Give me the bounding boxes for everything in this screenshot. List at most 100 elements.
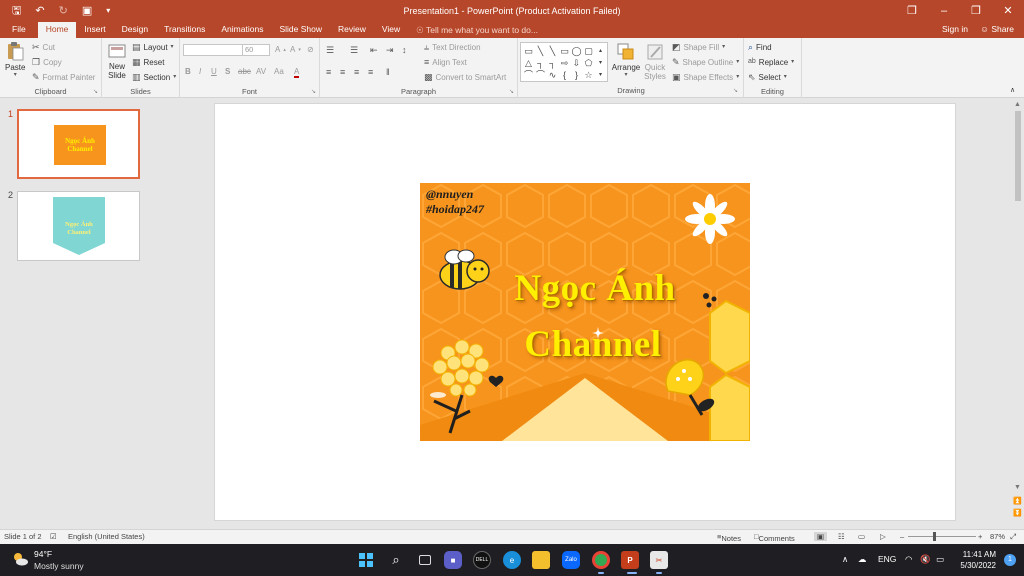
wifi-icon[interactable]: ◠ xyxy=(905,554,912,565)
font-size-box[interactable]: 60 xyxy=(242,44,270,56)
cut-button[interactable]: ✂ Cut xyxy=(32,42,55,52)
strikethrough-button[interactable]: abc xyxy=(238,67,251,76)
chrome-browser-icon[interactable] xyxy=(592,551,610,569)
elbow-connector-icon[interactable]: ┐ xyxy=(535,57,546,69)
dialog-launcher-icon[interactable]: ↘ xyxy=(509,88,514,95)
brace-left-shape-icon[interactable]: { xyxy=(559,69,570,81)
scroll-down-icon[interactable]: ▼ xyxy=(1014,484,1021,491)
slideshow-view-icon[interactable]: ▷ xyxy=(880,532,886,541)
bold-button[interactable]: B xyxy=(185,67,191,76)
zoom-in-button[interactable]: + xyxy=(978,532,982,541)
copy-button[interactable]: ❐ Copy xyxy=(32,57,62,67)
tab-animations[interactable]: Animations xyxy=(213,22,271,38)
textbox-shape-icon[interactable]: ▭ xyxy=(523,45,534,57)
input-language[interactable]: ENG xyxy=(878,554,896,564)
replace-button[interactable]: ab Replace ▾ xyxy=(748,57,794,67)
close-button[interactable]: ✕ xyxy=(992,0,1024,22)
tab-slide-show[interactable]: Slide Show xyxy=(271,22,330,38)
zoom-level[interactable]: 87% xyxy=(990,532,1005,541)
spellcheck-icon[interactable]: ☑ xyxy=(50,532,57,541)
layout-button[interactable]: ▤ Layout ▾ xyxy=(132,42,174,52)
columns-button[interactable]: ‖ xyxy=(386,67,390,77)
speaker-muted-icon[interactable]: 🔇 xyxy=(920,554,931,565)
slide-canvas[interactable]: @nnuyen #hoidap247 Ngọc Ánh Channel xyxy=(215,104,955,520)
reset-button[interactable]: ▦ Reset xyxy=(132,57,164,67)
tell-me-search[interactable]: ☉ Tell me what you want to do... xyxy=(408,23,538,38)
weather-condition[interactable]: Mostly sunny xyxy=(34,561,84,571)
underline-button[interactable]: U xyxy=(211,67,217,76)
shape-effects-button[interactable]: ▣ Shape Effects ▾ xyxy=(672,72,739,82)
shape-fill-button[interactable]: ◩ Shape Fill ▾ xyxy=(672,42,725,52)
character-spacing-button[interactable]: AV xyxy=(256,67,266,76)
slide-thumbnail-1[interactable]: Ngọc Ánh Channel xyxy=(17,109,140,179)
font-color-button[interactable]: A xyxy=(294,67,300,78)
wave-shape-icon[interactable]: ∿ xyxy=(547,69,558,81)
numbering-button[interactable]: ☰ xyxy=(350,45,358,55)
convert-smartart-button[interactable]: ▩ Convert to SmartArt xyxy=(424,72,506,82)
edge-browser-icon[interactable]: e xyxy=(503,551,521,569)
decrease-font-icon[interactable]: A ▾ xyxy=(290,45,301,54)
select-button[interactable]: ⇖ Select ▾ xyxy=(748,72,787,82)
dialog-launcher-icon[interactable]: ↘ xyxy=(311,88,316,95)
snipping-tool-icon[interactable]: ✂ xyxy=(650,551,668,569)
zoom-slider-thumb[interactable] xyxy=(933,532,936,541)
restore-button[interactable]: ❐ xyxy=(960,0,992,22)
vertical-scrollbar[interactable]: ▲ ▼ ⏫ ⏬ xyxy=(1012,99,1024,529)
show-hidden-icons[interactable]: ∧ xyxy=(842,554,848,565)
scroll-down-icon[interactable]: ▾ xyxy=(595,57,606,69)
customize-toolbar-icon[interactable]: ▾ xyxy=(106,0,110,22)
fit-slide-icon[interactable]: ⤢ xyxy=(1010,532,1016,542)
quick-styles-button[interactable]: Quick Styles xyxy=(642,42,668,81)
zalo-icon[interactable]: Zalo xyxy=(562,551,580,569)
arrow-right-shape-icon[interactable]: ⇨ xyxy=(559,57,570,69)
ribbon-display-options-icon[interactable]: ❐ xyxy=(896,0,928,22)
next-slide-icon[interactable]: ⏬ xyxy=(1013,509,1022,517)
comments-button[interactable]: □ Comments xyxy=(754,532,795,543)
slide-sorter-icon[interactable]: ☷ xyxy=(838,532,845,541)
curve-shape-icon[interactable]: ⌒ xyxy=(523,69,534,81)
increase-indent-button[interactable]: ⇥ xyxy=(386,45,394,55)
bullets-button[interactable]: ☰ xyxy=(326,45,334,55)
redo-icon[interactable]: ↻ xyxy=(59,0,68,22)
notification-badge[interactable]: 1 xyxy=(1004,554,1016,566)
zoom-out-button[interactable]: – xyxy=(900,532,904,541)
shapes-gallery[interactable]: ▭ ╲ ╲ ▭ ◯ ▢ ▴ △ ┐ ┐ ⇨ ⇩ ⬠ ▾ ⌒ ⌒ ∿ { } ☆ … xyxy=(520,42,608,82)
clear-formatting-icon[interactable]: ⊘ xyxy=(307,45,314,54)
more-shapes-icon[interactable]: ▾ xyxy=(595,69,606,81)
paste-button[interactable]: Paste ▾ xyxy=(5,41,25,80)
find-button[interactable]: ⌕ Find xyxy=(748,42,772,52)
align-text-button[interactable]: ≡ Align Text xyxy=(424,57,467,67)
undo-icon[interactable]: ↶ xyxy=(35,0,44,22)
increase-font-icon[interactable]: A ▴ xyxy=(275,45,286,54)
clock[interactable]: 11:41 AM 5/30/2022 xyxy=(960,549,996,571)
tab-review[interactable]: Review xyxy=(330,22,374,38)
rounded-rect-shape-icon[interactable]: ▢ xyxy=(583,45,594,57)
italic-button[interactable]: I xyxy=(199,67,201,76)
scroll-up-icon[interactable]: ▴ xyxy=(595,45,606,57)
dialog-launcher-icon[interactable]: ↘ xyxy=(93,88,98,95)
dell-icon[interactable]: DELL xyxy=(473,551,491,569)
scroll-up-icon[interactable]: ▲ xyxy=(1014,101,1021,108)
triangle-shape-icon[interactable]: △ xyxy=(523,57,534,69)
share-button[interactable]: ☺ Share xyxy=(980,22,1014,37)
task-view-icon[interactable] xyxy=(416,551,434,569)
search-icon[interactable]: ⌕ xyxy=(387,551,405,569)
collapse-ribbon-icon[interactable]: ∧ xyxy=(1010,86,1015,94)
save-icon[interactable]: 🖫 xyxy=(12,0,21,22)
align-left-button[interactable]: ≡ xyxy=(326,67,331,77)
font-name-box[interactable] xyxy=(183,44,243,56)
tab-insert[interactable]: Insert xyxy=(76,22,113,38)
tab-design[interactable]: Design xyxy=(114,22,156,38)
tab-view[interactable]: View xyxy=(374,22,408,38)
onedrive-icon[interactable]: ☁ xyxy=(858,554,867,565)
line-shape-icon[interactable]: ╲ xyxy=(547,45,558,57)
language-status[interactable]: English (United States) xyxy=(68,532,145,541)
arrange-button[interactable]: Arrange ▾ xyxy=(612,42,640,80)
present-from-start-icon[interactable]: ▣ xyxy=(82,0,92,22)
elbow-connector-icon[interactable]: ┐ xyxy=(547,57,558,69)
format-painter-button[interactable]: ✎ Format Painter xyxy=(32,72,95,82)
decrease-indent-button[interactable]: ⇤ xyxy=(370,45,378,55)
align-center-button[interactable]: ≡ xyxy=(340,67,345,77)
sign-in-link[interactable]: Sign in xyxy=(942,22,968,37)
normal-view-icon[interactable]: ▣ xyxy=(814,532,828,541)
